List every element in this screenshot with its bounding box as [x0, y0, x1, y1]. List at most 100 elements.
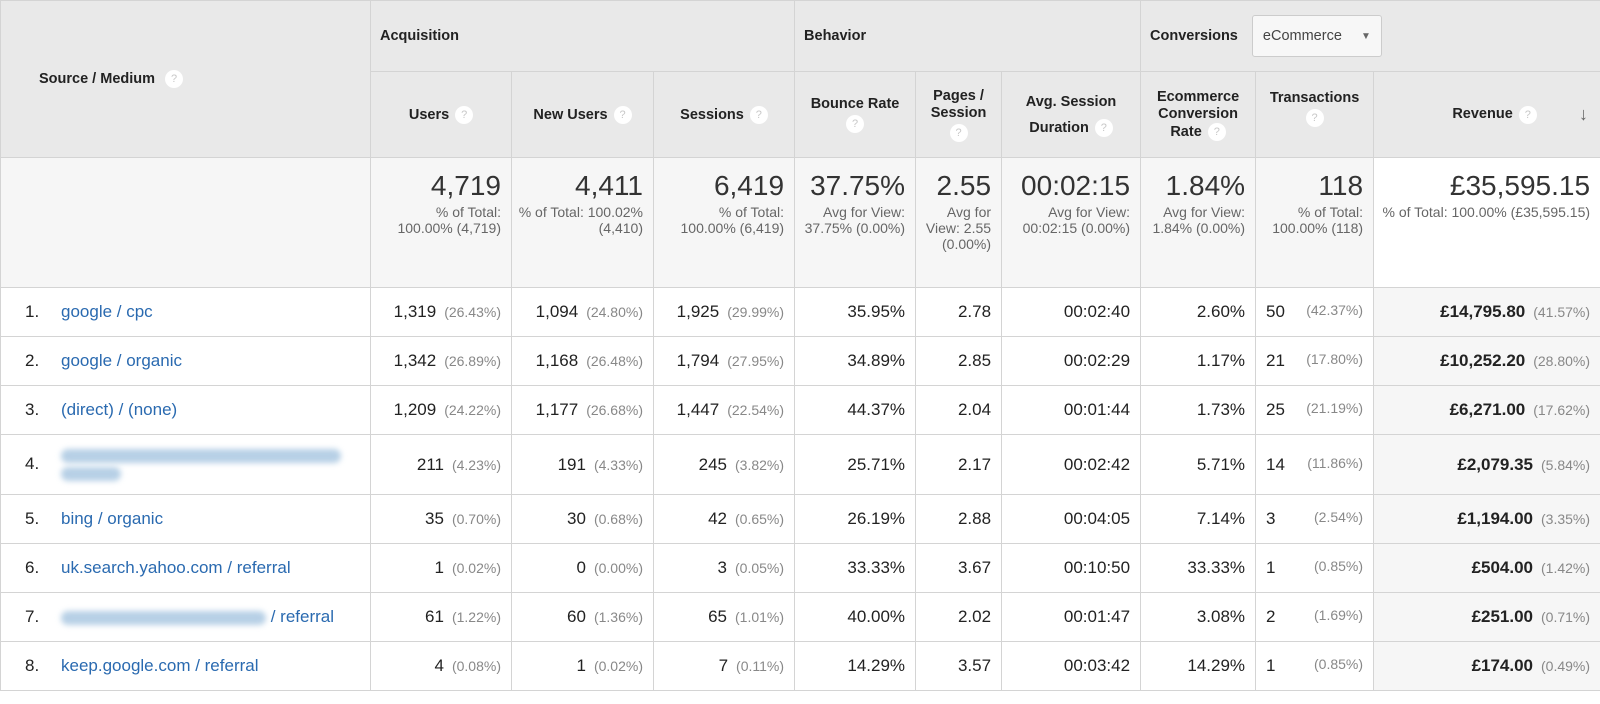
users-value: 35 [425, 509, 444, 528]
revenue-value: £1,194.00 [1457, 509, 1534, 528]
column-header-bounce-rate[interactable]: Bounce Rate? [794, 71, 917, 158]
help-icon[interactable]: ? [749, 105, 768, 124]
transactions-cell: 1 (0.85%) [1255, 543, 1375, 593]
help-icon[interactable]: ? [165, 70, 184, 88]
column-label: Transactions [1269, 90, 1360, 106]
transactions-cell: 1 (0.85%) [1255, 641, 1375, 691]
bounce-rate-cell: 25.71% [794, 434, 917, 495]
new-users-percent: (1.36%) [593, 609, 643, 625]
redacted-source[interactable] [61, 607, 266, 627]
sessions-value: 1,925 [676, 302, 720, 321]
sessions-percent: (3.82%) [735, 456, 785, 473]
transactions-cell: 21 (17.80%) [1255, 336, 1375, 386]
source-medium-link[interactable]: keep.google.com / referral [61, 656, 259, 675]
column-header-transactions[interactable]: Transactions? [1255, 71, 1375, 158]
sessions-value: 7 [718, 656, 729, 675]
total-sub: % of Total: 100.02% (4,410) [518, 204, 643, 236]
table-row: 5. bing / organic 35 (0.70%) 30 (0.68%) 42 (… [0, 494, 1600, 544]
column-label: Users [408, 106, 450, 123]
transactions-percent: (0.85%) [1314, 558, 1364, 574]
sessions-cell: 3 (0.05%) [652, 543, 796, 593]
help-icon[interactable]: ? [613, 105, 632, 124]
total-new-users: 4,411% of Total: 100.02% (4,410) [511, 157, 654, 288]
users-value: 1 [434, 558, 444, 577]
new-users-cell: 0 (0.00%) [511, 543, 654, 593]
conversions-group-header: Conversions eCommerce ▼ [1140, 0, 1600, 72]
help-icon[interactable]: ? [1094, 118, 1113, 137]
revenue-value: £2,079.35 [1457, 454, 1534, 474]
total-value: 00:02:15 [1021, 170, 1131, 201]
total-avg-session-duration: 00:02:15 Avg for View: 00:02:15 (0.00%) [1001, 157, 1142, 288]
bounce-rate-cell: 40.00% [794, 592, 917, 642]
column-header-pages-session[interactable]: Pages / Session? [915, 71, 1003, 158]
source-medium-link[interactable]: google / cpc [61, 302, 153, 321]
users-percent: (24.22%) [444, 402, 501, 418]
row-index: 3. [25, 400, 40, 419]
help-icon[interactable]: ? [455, 105, 474, 124]
total-value: 37.75% [810, 170, 906, 201]
users-value: 211 [416, 454, 444, 474]
table-row: 8. keep.google.com / referral 4 (0.08%) 1 (… [0, 641, 1600, 691]
transactions-value: 14 [1266, 454, 1285, 474]
users-value: 1,209 [393, 400, 437, 419]
conversions-dropdown[interactable]: eCommerce ▼ [1251, 15, 1382, 57]
row-index: 7. [25, 606, 40, 626]
revenue-value: £251.00 [1471, 607, 1534, 626]
users-value: 4 [434, 656, 444, 675]
source-medium-link[interactable]: (direct) / (none) [61, 400, 177, 419]
transactions-value: 3 [1266, 509, 1276, 528]
sessions-percent: (29.99%) [727, 304, 785, 320]
sessions-value: 1,447 [676, 400, 720, 419]
source-medium-link[interactable]: google / organic [61, 351, 182, 370]
revenue-percent: (17.62%) [1533, 402, 1591, 418]
help-icon[interactable]: ? [1518, 105, 1537, 124]
total-transactions: 118% of Total: 100.00% (118) [1255, 157, 1375, 288]
acquisition-label: Acquisition [380, 28, 459, 44]
new-users-cell: 60 (1.36%) [511, 592, 654, 642]
help-icon[interactable]: ? [1305, 109, 1324, 127]
users-cell: 61 (1.22%) [370, 592, 512, 642]
column-header-new-users[interactable]: New Users? [511, 71, 654, 158]
source-medium-header[interactable]: Source / Medium ? [0, 0, 371, 158]
new-users-cell: 191 (4.33%) [511, 434, 654, 495]
column-header-sessions[interactable]: Sessions? [652, 71, 796, 158]
revenue-percent: (0.71%) [1541, 609, 1591, 625]
total-value: 2.55 [936, 170, 992, 201]
column-header-ecommerce-conversion-rate[interactable]: Ecommerce Conversion Rate? [1140, 71, 1257, 158]
ecommerce-conversion-rate-cell: 5.71% [1140, 434, 1257, 495]
help-icon[interactable]: ? [949, 123, 968, 142]
transactions-cell: 2 (1.69%) [1255, 592, 1375, 642]
ecommerce-conversion-rate-cell: 1.73% [1140, 385, 1257, 435]
row-index: 5. [25, 509, 40, 528]
users-cell: 1,319 (26.43%) [370, 287, 512, 337]
bounce-rate-cell: 33.33% [794, 543, 917, 593]
pages-session-cell: 2.85 [915, 336, 1003, 386]
source-medium-link[interactable]: uk.search.yahoo.com / referral [61, 558, 291, 577]
column-header-revenue[interactable]: Revenue? ↓ [1373, 71, 1600, 158]
source-medium-link[interactable]: bing / organic [61, 509, 163, 528]
total-sub: % of Total: 100.00% (£35,595.15) [1382, 204, 1591, 220]
help-icon[interactable]: ? [846, 115, 865, 133]
users-percent: (0.02%) [451, 560, 501, 576]
sessions-cell: 7 (0.11%) [652, 641, 796, 691]
avg-session-duration-cell: 00:01:44 [1001, 385, 1142, 435]
help-icon[interactable]: ? [1207, 122, 1226, 141]
new-users-value: 60 [567, 607, 586, 626]
redacted-source[interactable] [61, 448, 341, 481]
new-users-cell: 1,177 (26.68%) [511, 385, 654, 435]
transactions-value: 1 [1266, 656, 1276, 675]
column-label: New Users [533, 106, 608, 123]
total-sub: % of Total: 100.00% (118) [1272, 204, 1364, 236]
users-percent: (26.43%) [444, 304, 501, 320]
pages-session-cell: 2.04 [915, 385, 1003, 435]
new-users-percent: (26.48%) [586, 353, 643, 369]
source-medium-link[interactable]: / referral [271, 607, 334, 626]
ecommerce-conversion-rate-cell: 14.29% [1140, 641, 1257, 691]
revenue-percent: (1.42%) [1541, 560, 1591, 576]
source-medium-label: Source / Medium [39, 70, 156, 87]
revenue-cell: £1,194.00 (3.35%) [1373, 494, 1600, 544]
column-label: Pages / Session [930, 87, 987, 121]
column-header-users[interactable]: Users? [370, 71, 512, 158]
sort-descending-icon[interactable]: ↓ [1579, 105, 1588, 123]
column-header-avg-session-duration[interactable]: Avg. Session Duration? [1001, 71, 1142, 158]
